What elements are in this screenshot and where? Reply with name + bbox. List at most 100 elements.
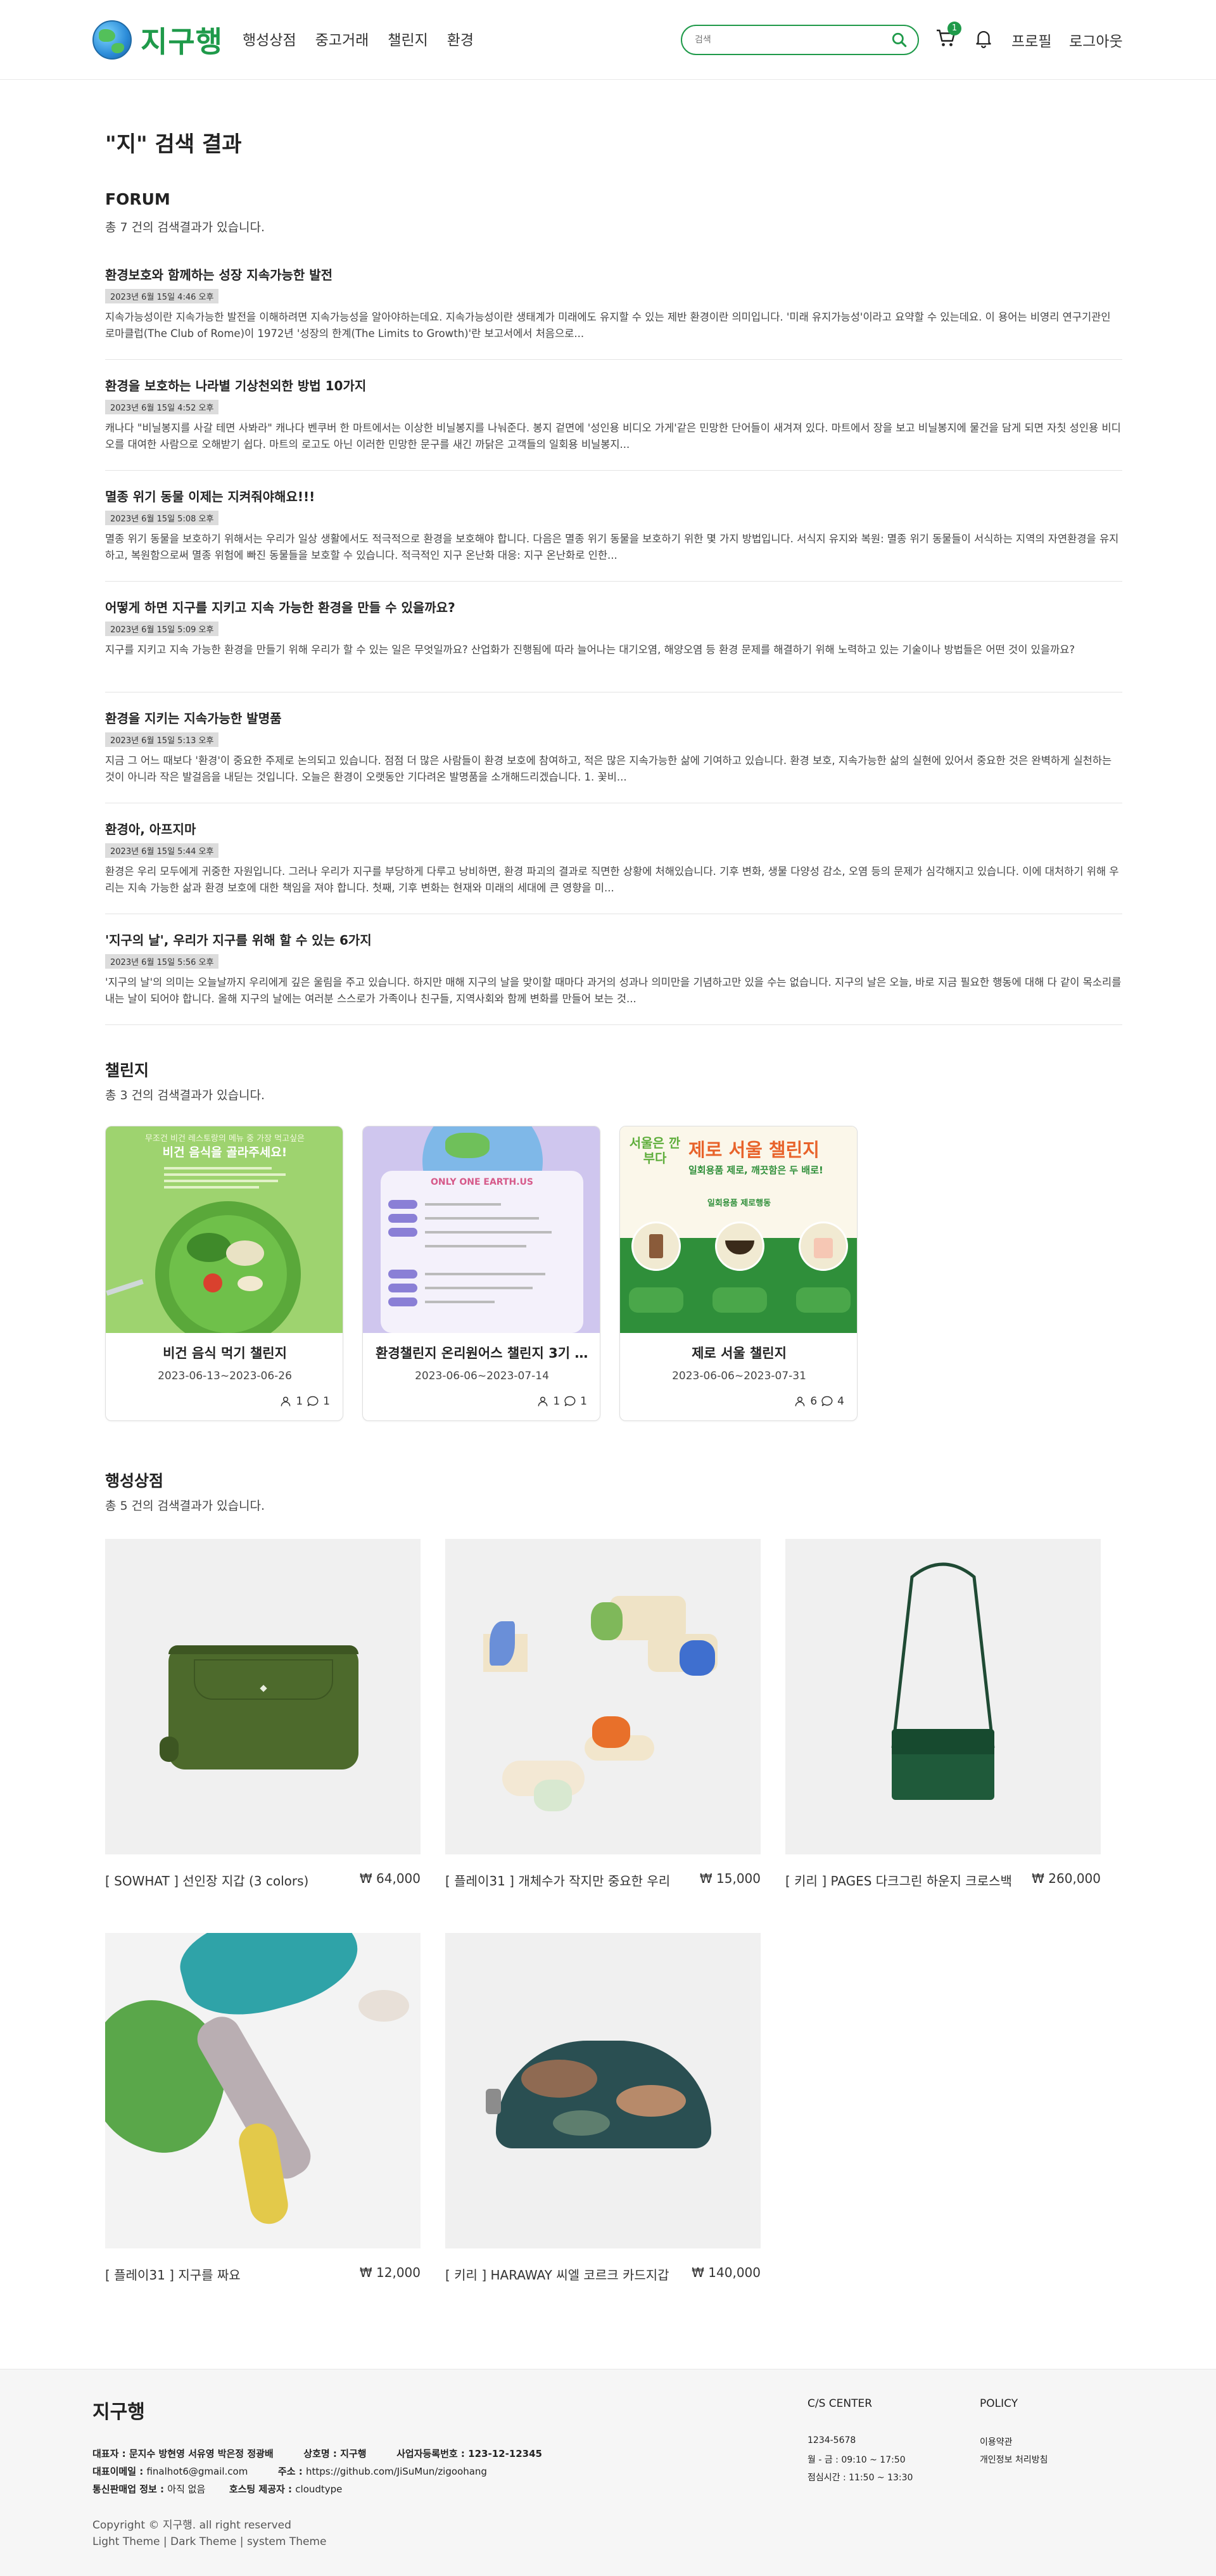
product-price: ₩ 15,000 (699, 1871, 761, 1886)
bag-strap-graphic (891, 1562, 995, 1749)
challenge-title[interactable]: 제로 서울 챌린지 (620, 1343, 857, 1362)
tomato-graphic (203, 1273, 222, 1292)
policy-title: POLICY (980, 2397, 1018, 2410)
animal-mane-graphic (680, 1640, 715, 1676)
fork-graphic (106, 1278, 144, 1296)
nav-used-trade[interactable]: 중고거래 (315, 28, 369, 49)
challenge-stats: 6 4 (794, 1395, 844, 1408)
post-title[interactable]: 환경아, 아프지마 (105, 819, 196, 838)
forum-post[interactable]: '지구의 날', 우리가 지구를 위해 할 수 있는 6가지 2023년 6월 … (105, 930, 1122, 1025)
product-image-paper-animals[interactable] (445, 1539, 761, 1854)
product-name[interactable]: [ SOWHAT ] 선인장 지갑 (3 colors) (105, 1871, 308, 1889)
search-icon[interactable] (891, 32, 908, 48)
flyer-rows (388, 1195, 578, 1311)
product-image-cactus-wallet[interactable] (105, 1539, 421, 1854)
footer-business-info: 통신판매업 정보 : 아직 없음 호스팅 제공자 : cloudtype (92, 2482, 342, 2496)
post-excerpt: 지구를 지키고 지속 가능한 환경을 만들기 위해 우리가 할 수 있는 일은 … (105, 644, 1075, 656)
biz-number-value: 123-12-12345 (468, 2448, 542, 2459)
product-name[interactable]: [ 플레이31 ] 지구를 짜요 (105, 2265, 241, 2283)
challenge-title[interactable]: 비건 음식 먹기 챌린지 (106, 1343, 343, 1362)
forum-post[interactable]: 환경아, 아프지마 2023년 6월 15일 5:44 오후 환경은 우리 모두… (105, 819, 1122, 914)
image-fine-print (164, 1163, 286, 1201)
post-title[interactable]: 어떻게 하면 지구를 지키고 지속 가능한 환경을 만들 수 있을까요? (105, 597, 455, 616)
telecom-value: 아직 없음 (167, 2484, 206, 2495)
product-name[interactable]: [ 플레이31 ] 개체수가 작지만 중요한 우리 (445, 1871, 670, 1889)
challenge-title[interactable]: 환경챌린지 온리원어스 챌린지 3기 ... (363, 1343, 600, 1362)
nav-shop[interactable]: 행성상점 (243, 28, 296, 49)
bag-flap-graphic (892, 1729, 994, 1754)
forum-post[interactable]: 환경을 지키는 지속가능한 발명품 2023년 6월 15일 5:13 오후 지… (105, 708, 1122, 803)
hosting-label: 호스팅 제공자 : (229, 2484, 296, 2495)
nav-challenge[interactable]: 챌린지 (388, 28, 428, 49)
participant-count: 1 (553, 1395, 560, 1408)
product-image-scrubber[interactable] (105, 1933, 421, 2248)
theme-system-link[interactable]: system Theme (247, 2535, 327, 2548)
participant-count: 6 (810, 1395, 818, 1408)
address-value[interactable]: https://github.com/JiSuMun/zigoohang (306, 2466, 487, 2477)
cs-center-title: C/S CENTER (808, 2397, 873, 2410)
comment-icon (564, 1396, 576, 1406)
animal-mane-graphic (534, 1780, 572, 1811)
post-title[interactable]: 환경보호와 함께하는 성장 지속가능한 발전 (105, 265, 332, 283)
post-excerpt: '지구의 날'의 의미는 오늘날까지 우리에게 깊은 울림을 주고 있습니다. … (105, 976, 1122, 1005)
product-price: ₩ 12,000 (359, 2265, 421, 2280)
site-footer: 지구행 대표자 : 문지수 방현영 서유영 박은정 정광배 상호명 : 지구행 … (0, 2369, 1216, 2576)
profile-link[interactable]: 프로필 (1011, 29, 1051, 51)
user-icon (795, 1396, 805, 1406)
bell-icon[interactable] (973, 27, 994, 49)
privacy-policy-link[interactable]: 개인정보 처리방침 (980, 2453, 1048, 2466)
post-title[interactable]: 환경을 보호하는 나라별 기상천외한 방법 10가지 (105, 376, 366, 394)
product-image-crossbag[interactable] (785, 1539, 1101, 1854)
trade-label: 상호명 : (303, 2448, 341, 2459)
product-name[interactable]: [ 키리 ] HARAWAY 씨엘 코르크 카드지갑 (445, 2265, 669, 2283)
post-excerpt: 지속가능성이란 지속가능한 발전을 이해하려면 지속가능성을 알아야하는데요. … (105, 311, 1111, 340)
biz-number-label: 사업자등록번호 : (396, 2448, 469, 2459)
theme-light-link[interactable]: Light Theme (92, 2535, 160, 2548)
wallet-pull-graphic (160, 1737, 179, 1762)
post-title[interactable]: 환경을 지키는 지속가능한 발명품 (105, 708, 282, 727)
terms-link[interactable]: 이용약관 (980, 2435, 1013, 2448)
forum-post[interactable]: 환경보호와 함께하는 성장 지속가능한 발전 2023년 6월 15일 4:46… (105, 265, 1122, 360)
forum-post[interactable]: 환경을 보호하는 나라별 기상천외한 방법 10가지 2023년 6월 15일 … (105, 376, 1122, 471)
telecom-label: 통신판매업 정보 : (92, 2484, 168, 2495)
comment-count: 4 (837, 1395, 844, 1408)
user-icon (538, 1396, 548, 1406)
shop-section-title: 행성상점 (105, 1472, 164, 1490)
caption-pill-graphic (796, 1287, 851, 1313)
challenge-card[interactable]: 서울은 깐부다 제로 서울 챌린지 일회용품 제로, 깨끗함은 두 배로! 일회… (619, 1126, 858, 1421)
forum-post[interactable]: 멸종 위기 동물 이제는 지켜줘야해요!!! 2023년 6월 15일 5:08… (105, 487, 1122, 582)
lettuce-graphic (187, 1233, 231, 1262)
site-logo[interactable]: 지구행 (92, 19, 223, 61)
challenge-card[interactable]: ONLY ONE EARTH.US 환경챌린지 온리원어스 챌린지 3기 ...… (362, 1126, 600, 1421)
main-nav: 행성상점 중고거래 챌린지 환경 (243, 28, 474, 49)
challenge-card[interactable]: 무조건 비건 레스토랑의 메뉴 중 가장 먹고싶은 비건 음식을 골라주세요! … (105, 1126, 343, 1421)
logout-link[interactable]: 로그아웃 (1069, 29, 1123, 51)
nav-environment[interactable]: 환경 (447, 28, 474, 49)
shop-result-count: 총 5 건의 검색결과가 있습니다. (105, 1499, 265, 1513)
animal-mane-graphic (490, 1621, 515, 1666)
zipper-pull-graphic (486, 2089, 501, 2114)
post-title[interactable]: 멸종 위기 동물 이제는 지켜줘야해요!!! (105, 487, 315, 505)
cs-hours: 월 - 금 : 09:10 ~ 17:50 (808, 2455, 906, 2465)
product-name[interactable]: [ 키리 ] PAGES 다크그린 하운지 크로스백 (785, 1871, 1012, 1889)
challenge-period: 2023-06-06~2023-07-14 (415, 1370, 549, 1382)
product-image-cork-wallet[interactable] (445, 1933, 761, 2248)
logo-text: 지구행 (141, 25, 223, 59)
post-title[interactable]: '지구의 날', 우리가 지구를 위해 할 수 있는 6가지 (105, 930, 372, 948)
challenge-result-count: 총 3 건의 검색결과가 있습니다. (105, 1088, 265, 1102)
comment-icon (307, 1396, 319, 1406)
search-input[interactable] (695, 32, 885, 48)
post-excerpt: 지금 그 어느 때보다 '환경'이 중요한 주제로 논의되고 있습니다. 점점 … (105, 755, 1112, 783)
plate-inner-graphic (169, 1215, 287, 1333)
trade-value: 지구행 (340, 2448, 367, 2459)
challenge-image-caption: 무조건 비건 레스토랑의 메뉴 중 가장 먹고싶은 (144, 1134, 305, 1144)
cart-count-badge: 1 (947, 22, 961, 35)
challenge-image-onlyoneearth: ONLY ONE EARTH.US (363, 1126, 600, 1333)
challenge-image-side-logo: 서울은 깐부다 (629, 1135, 681, 1166)
forum-post[interactable]: 어떻게 하면 지구를 지키고 지속 가능한 환경을 만들 수 있을까요? 202… (105, 597, 1122, 692)
ceo-value: 문지수 방현영 서유영 박은정 정광배 (129, 2448, 274, 2459)
challenge-image-heading: 비건 음식을 골라주세요! (162, 1145, 288, 1159)
comment-count: 1 (323, 1395, 330, 1408)
email-value[interactable]: finalhot6@gmail.com (146, 2466, 248, 2477)
theme-dark-link[interactable]: Dark Theme (170, 2535, 236, 2548)
